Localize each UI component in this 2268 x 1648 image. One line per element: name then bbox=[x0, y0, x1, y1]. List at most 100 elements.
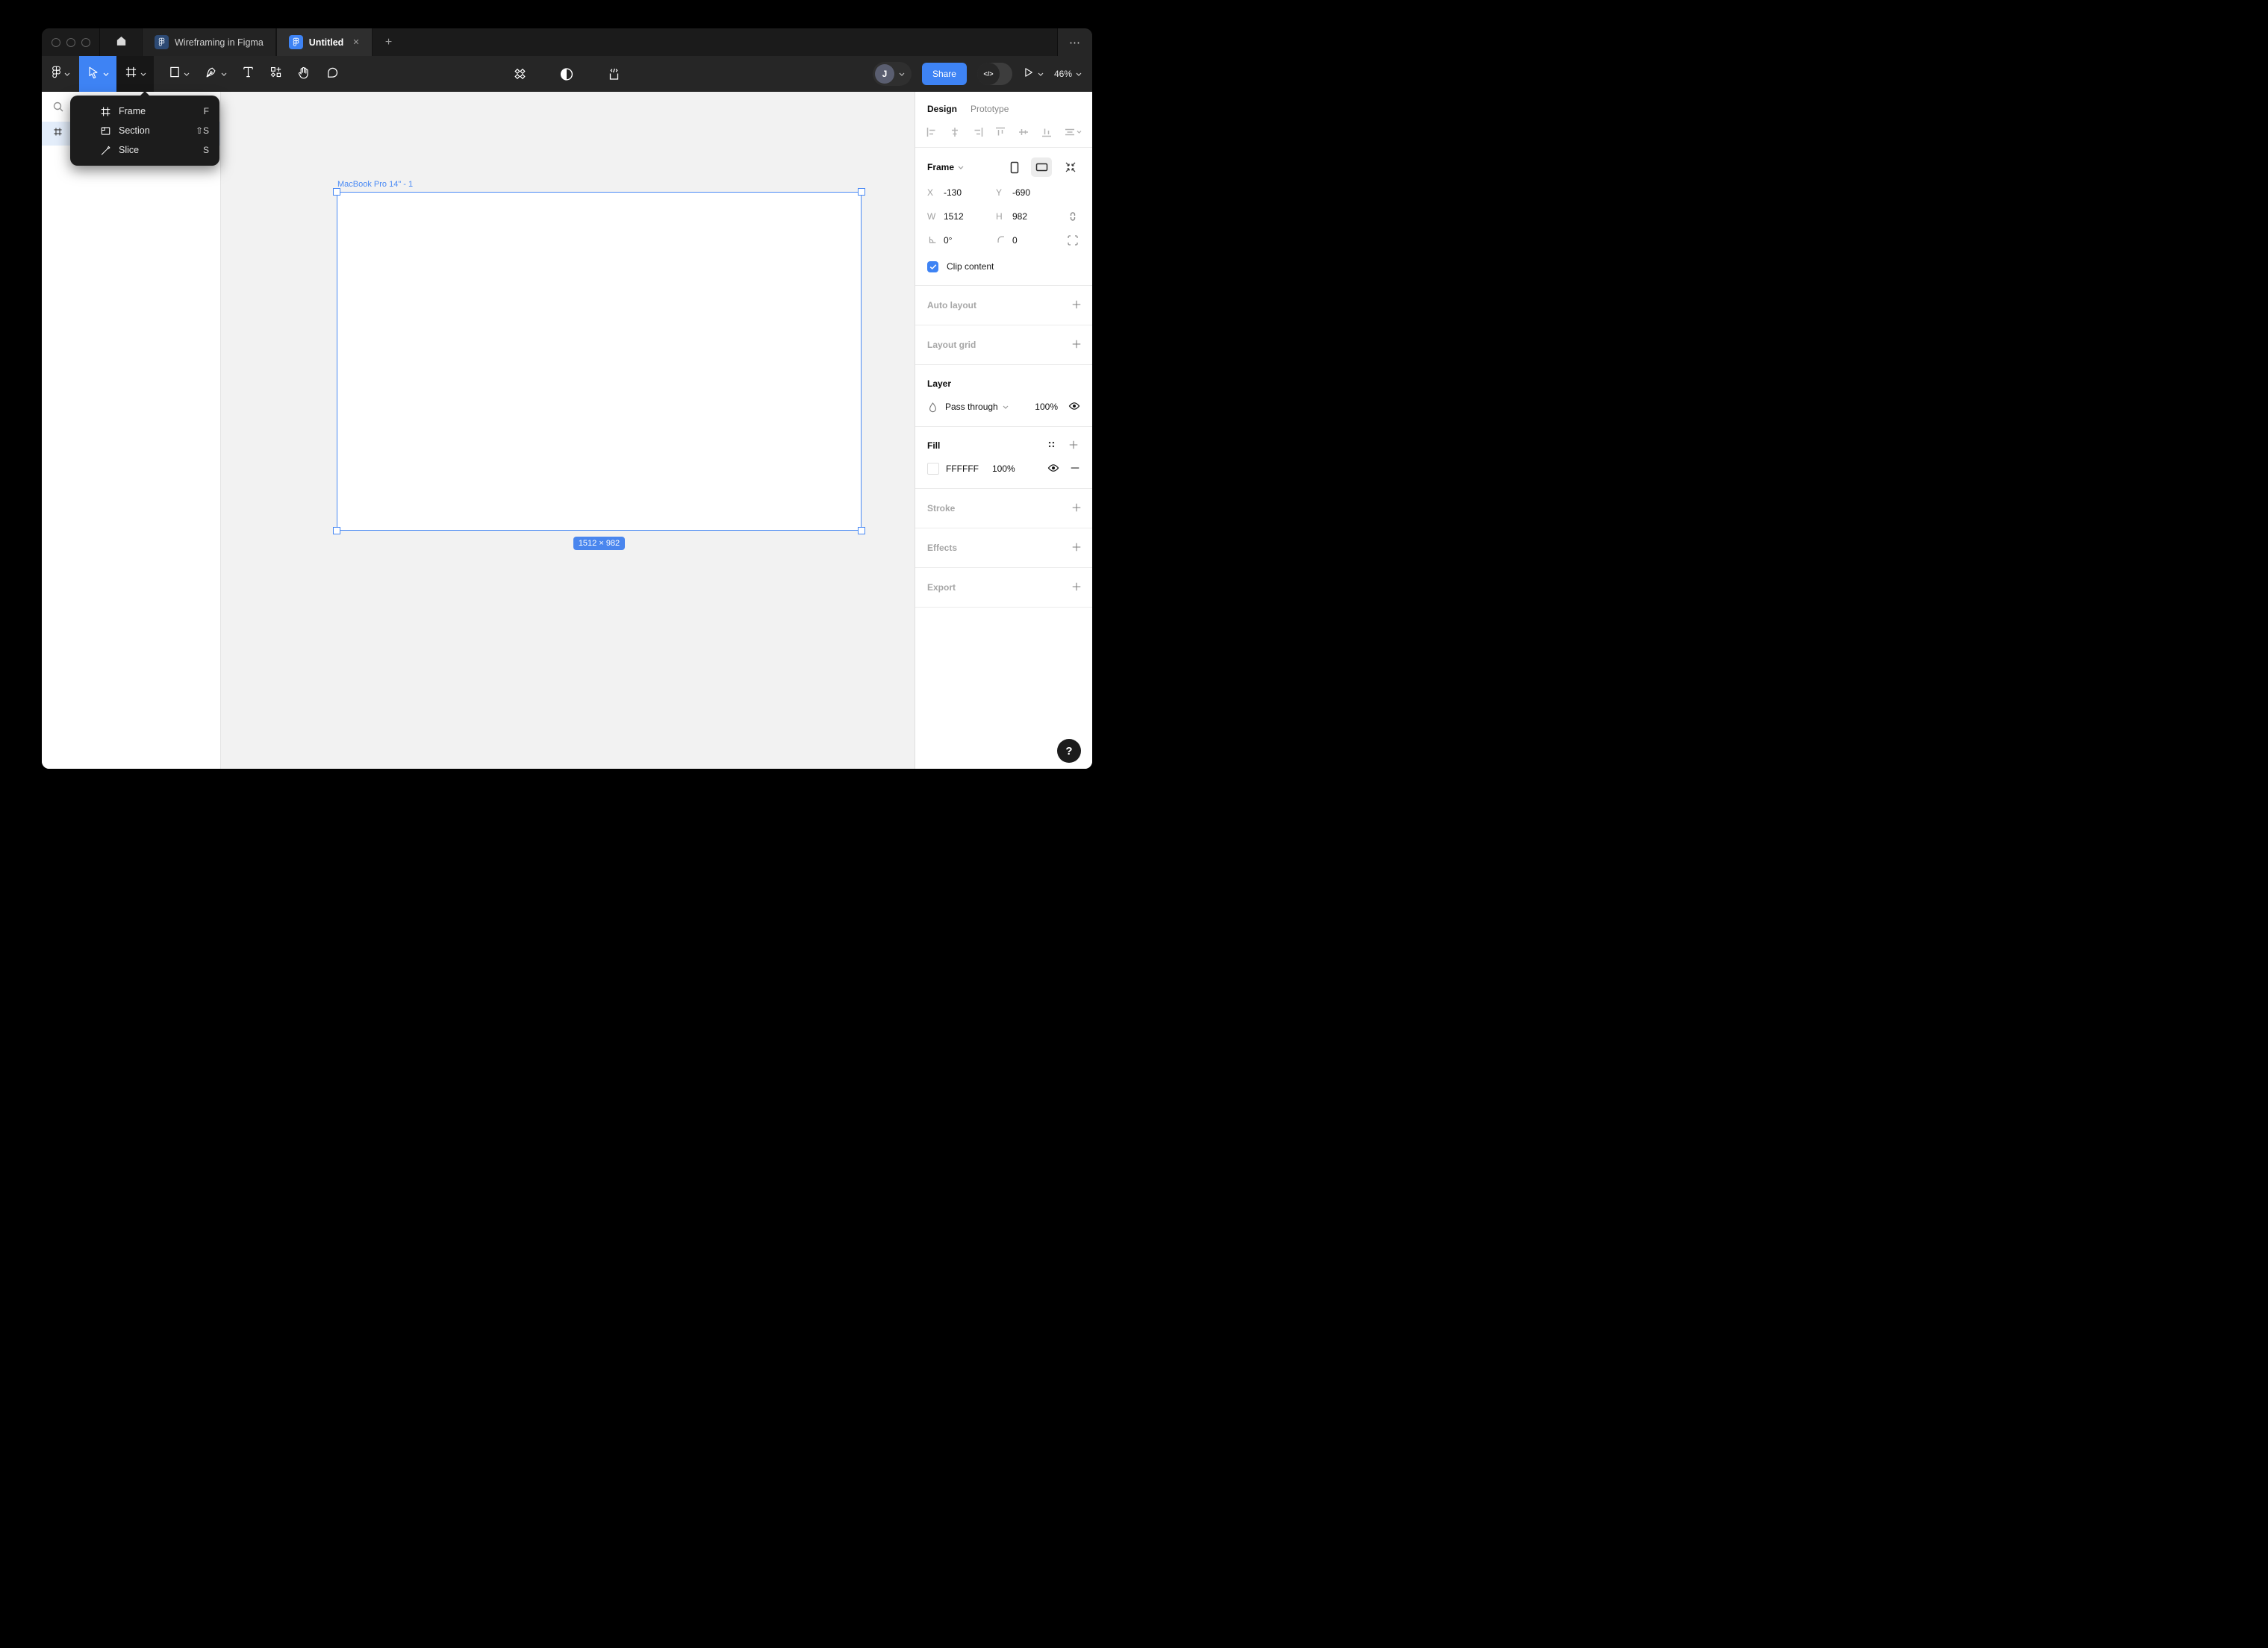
close-tab-icon[interactable]: ✕ bbox=[352, 37, 359, 47]
fill-visibility-eye-icon[interactable] bbox=[1047, 463, 1059, 475]
size-badge: 1512 × 982 bbox=[573, 537, 625, 550]
x-field[interactable]: X -130 bbox=[927, 187, 996, 198]
account-menu[interactable]: J bbox=[873, 62, 912, 86]
figma-file-icon bbox=[155, 35, 169, 49]
resize-handle-sw[interactable] bbox=[333, 527, 340, 534]
menu-item-section[interactable]: Section ⇧S bbox=[70, 121, 219, 140]
clip-content-row[interactable]: Clip content bbox=[927, 254, 1080, 279]
menu-item-slice[interactable]: Slice S bbox=[70, 140, 219, 160]
distribute-menu-icon[interactable] bbox=[1064, 126, 1082, 138]
frame-name-label[interactable]: MacBook Pro 14" - 1 bbox=[337, 180, 413, 189]
search-icon[interactable] bbox=[52, 101, 64, 116]
selected-frame[interactable] bbox=[337, 192, 862, 531]
add-effect-icon[interactable] bbox=[1071, 542, 1082, 555]
hand-tool-button[interactable] bbox=[290, 56, 318, 92]
blend-mode-select[interactable]: Pass through bbox=[945, 402, 1009, 412]
x-label: X bbox=[927, 187, 936, 198]
layer-opacity-value[interactable]: 100% bbox=[1035, 402, 1058, 412]
rotation-row: 0° 0 bbox=[927, 228, 1080, 252]
portrait-orientation-button[interactable] bbox=[1004, 157, 1025, 177]
alignment-row bbox=[915, 120, 1092, 147]
corner-radius-field[interactable]: 0 bbox=[996, 234, 1065, 247]
align-left-icon[interactable] bbox=[926, 126, 938, 138]
canvas[interactable]: MacBook Pro 14" - 1 1512 × 982 bbox=[221, 92, 915, 769]
fill-color-swatch[interactable] bbox=[927, 463, 939, 475]
tab-prototype[interactable]: Prototype bbox=[971, 104, 1009, 114]
align-horizontal-center-icon[interactable] bbox=[949, 126, 961, 138]
rotation-value[interactable]: 0° bbox=[944, 235, 952, 246]
resize-to-fit-icon[interactable] bbox=[1061, 157, 1080, 177]
add-layout-grid-icon[interactable] bbox=[1071, 339, 1082, 352]
align-top-icon[interactable] bbox=[994, 126, 1006, 138]
height-field[interactable]: H 982 bbox=[996, 211, 1065, 222]
close-window-icon[interactable] bbox=[52, 38, 60, 47]
x-value[interactable]: -130 bbox=[944, 187, 962, 198]
minimize-window-icon[interactable] bbox=[66, 38, 75, 47]
toolbar: J Share </> 46% bbox=[42, 56, 1092, 92]
frame-section-title[interactable]: Frame bbox=[927, 162, 954, 172]
tab-design[interactable]: Design bbox=[927, 104, 957, 114]
rotation-field[interactable]: 0° bbox=[927, 234, 996, 247]
multiplayer-tools-button[interactable] bbox=[505, 56, 534, 92]
corner-radius-value[interactable]: 0 bbox=[1012, 235, 1018, 246]
home-button[interactable] bbox=[100, 28, 142, 56]
menu-item-shortcut: S bbox=[203, 145, 209, 155]
help-button[interactable]: ? bbox=[1057, 739, 1081, 763]
menu-item-shortcut: F bbox=[204, 106, 209, 116]
width-field[interactable]: W 1512 bbox=[927, 211, 996, 222]
chevron-down-icon bbox=[899, 72, 905, 76]
layers-panel bbox=[42, 92, 221, 769]
main-menu-button[interactable] bbox=[42, 56, 79, 92]
comment-tool-button[interactable] bbox=[318, 56, 346, 92]
y-value[interactable]: -690 bbox=[1012, 187, 1030, 198]
present-button[interactable] bbox=[1023, 66, 1044, 82]
zoom-menu[interactable]: 46% bbox=[1054, 69, 1082, 79]
styles-icon[interactable] bbox=[1047, 440, 1056, 452]
add-stroke-icon[interactable] bbox=[1071, 502, 1082, 515]
move-tool-button[interactable] bbox=[79, 56, 116, 92]
overflow-menu-button[interactable]: ⋯ bbox=[1057, 28, 1092, 56]
align-right-icon[interactable] bbox=[972, 126, 984, 138]
actions-tool-button[interactable] bbox=[262, 56, 290, 92]
share-button[interactable]: Share bbox=[922, 63, 967, 85]
y-field[interactable]: Y -690 bbox=[996, 187, 1065, 198]
clip-content-checkbox[interactable] bbox=[927, 261, 938, 272]
pen-tool-button[interactable] bbox=[197, 56, 234, 92]
dev-mode-toggle[interactable]: </> bbox=[977, 63, 1012, 85]
layer-visibility-eye-icon[interactable] bbox=[1068, 401, 1080, 413]
toolbar-center-group bbox=[505, 56, 629, 92]
align-vertical-center-icon[interactable] bbox=[1018, 126, 1029, 138]
titlebar-spacer bbox=[405, 28, 1057, 56]
text-tool-button[interactable] bbox=[234, 56, 262, 92]
height-value[interactable]: 982 bbox=[1012, 211, 1027, 222]
tab-untitled[interactable]: Untitled ✕ bbox=[276, 28, 373, 56]
add-auto-layout-icon[interactable] bbox=[1071, 299, 1082, 312]
fill-hex-value[interactable]: FFFFFF bbox=[946, 464, 992, 474]
zoom-window-icon[interactable] bbox=[81, 38, 90, 47]
constrain-proportions-icon[interactable] bbox=[1067, 210, 1080, 222]
window-controls[interactable] bbox=[42, 28, 100, 56]
add-export-icon[interactable] bbox=[1071, 581, 1082, 594]
dev-resources-button[interactable] bbox=[599, 56, 629, 92]
remove-fill-icon[interactable] bbox=[1070, 463, 1080, 475]
menu-item-frame[interactable]: Frame F bbox=[70, 102, 219, 121]
chevron-down-icon[interactable] bbox=[958, 166, 964, 169]
mask-mode-button[interactable] bbox=[552, 56, 581, 92]
independent-corners-icon[interactable] bbox=[1067, 234, 1080, 246]
blend-droplet-icon[interactable] bbox=[927, 402, 938, 413]
width-label: W bbox=[927, 211, 936, 222]
frame-tool-button[interactable] bbox=[116, 56, 154, 92]
layer-section: Layer Pass through 100% bbox=[915, 365, 1092, 426]
resize-handle-ne[interactable] bbox=[858, 188, 865, 196]
align-bottom-icon[interactable] bbox=[1041, 126, 1053, 138]
shape-tool-button[interactable] bbox=[161, 56, 197, 92]
titlebar: Wireframing in Figma Untitled ✕ + ⋯ bbox=[42, 28, 1092, 56]
width-value[interactable]: 1512 bbox=[944, 211, 964, 222]
resize-handle-nw[interactable] bbox=[333, 188, 340, 196]
add-fill-icon[interactable] bbox=[1068, 440, 1079, 452]
fill-opacity-value[interactable]: 100% bbox=[992, 464, 1015, 474]
resize-handle-se[interactable] bbox=[858, 527, 865, 534]
landscape-orientation-button[interactable] bbox=[1031, 157, 1052, 177]
tab-wireframing-in-figma[interactable]: Wireframing in Figma bbox=[142, 28, 276, 56]
new-tab-button[interactable]: + bbox=[373, 28, 405, 56]
